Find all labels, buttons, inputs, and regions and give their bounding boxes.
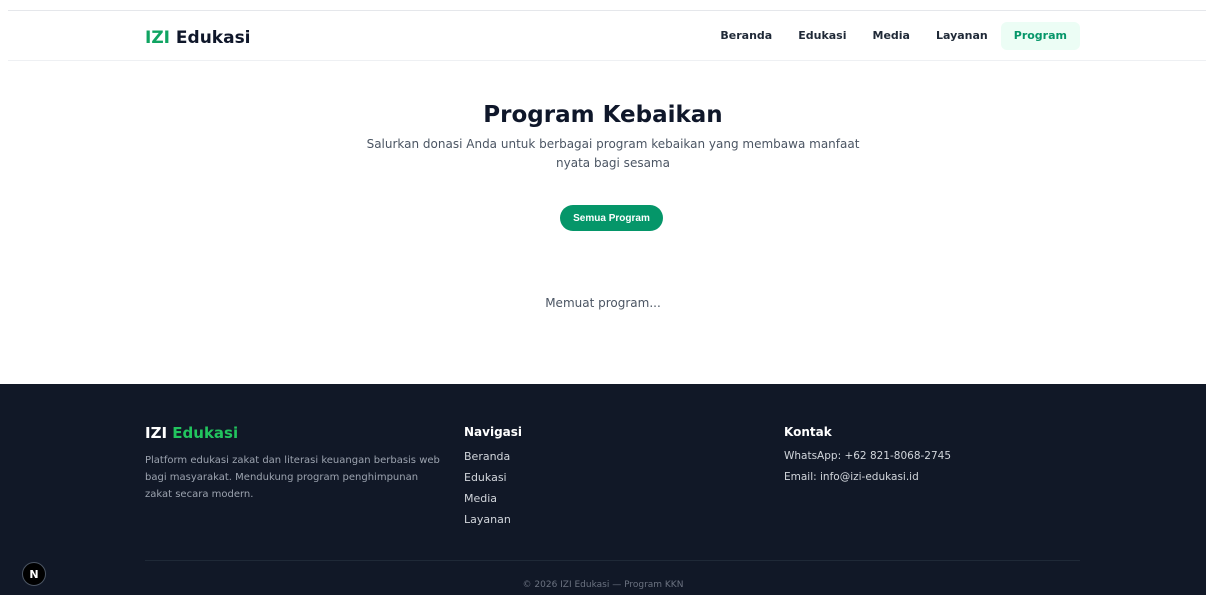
- loading-text: Memuat program...: [545, 296, 661, 310]
- nav-item-media[interactable]: Media: [860, 22, 923, 50]
- footer-link-media[interactable]: Media: [464, 488, 511, 509]
- footer-link-beranda[interactable]: Beranda: [464, 446, 511, 467]
- footer-link-edukasi[interactable]: Edukasi: [464, 467, 511, 488]
- page-title: Program Kebaikan: [483, 102, 723, 128]
- brand-suffix: Edukasi: [175, 28, 251, 48]
- brand-logo[interactable]: IZI Edukasi: [145, 28, 251, 48]
- nav-item-program[interactable]: Program: [1000, 22, 1080, 50]
- footer-brand: IZI Edukasi: [145, 424, 238, 442]
- footer-divider: [145, 560, 1080, 561]
- footer-description: Platform edukasi zakat dan literasi keua…: [145, 455, 440, 500]
- footer-contact-list: WhatsApp: +62 821-8068-2745 Email: info@…: [784, 446, 951, 488]
- footer-nav-heading: Navigasi: [464, 425, 523, 439]
- footer-link-layanan[interactable]: Layanan: [464, 509, 511, 530]
- page-subtitle: Salurkan donasi Anda untuk berbagai prog…: [366, 137, 860, 170]
- footer-nav-list: Beranda Edukasi Media Layanan: [464, 446, 511, 530]
- brand-prefix: IZI: [145, 28, 170, 48]
- footer-brand-prefix: IZI: [145, 424, 168, 442]
- navbar-divider: [8, 60, 1206, 61]
- nav-item-beranda[interactable]: Beranda: [707, 22, 785, 50]
- copyright-text: © 2026 IZI Edukasi — Program KKN: [522, 580, 684, 590]
- footer-contact-heading: Kontak: [784, 425, 832, 439]
- all-programs-button[interactable]: Semua Program: [560, 205, 663, 231]
- main-nav: Beranda Edukasi Media Layanan Program: [707, 22, 1080, 50]
- contact-email: Email: info@izi-edukasi.id: [784, 471, 919, 483]
- dev-tools-badge[interactable]: N: [22, 562, 46, 586]
- nav-item-edukasi[interactable]: Edukasi: [785, 22, 859, 50]
- contact-whatsapp: WhatsApp: +62 821-8068-2745: [784, 450, 952, 462]
- footer-brand-suffix: Edukasi: [172, 424, 239, 442]
- nav-item-layanan[interactable]: Layanan: [923, 22, 1001, 50]
